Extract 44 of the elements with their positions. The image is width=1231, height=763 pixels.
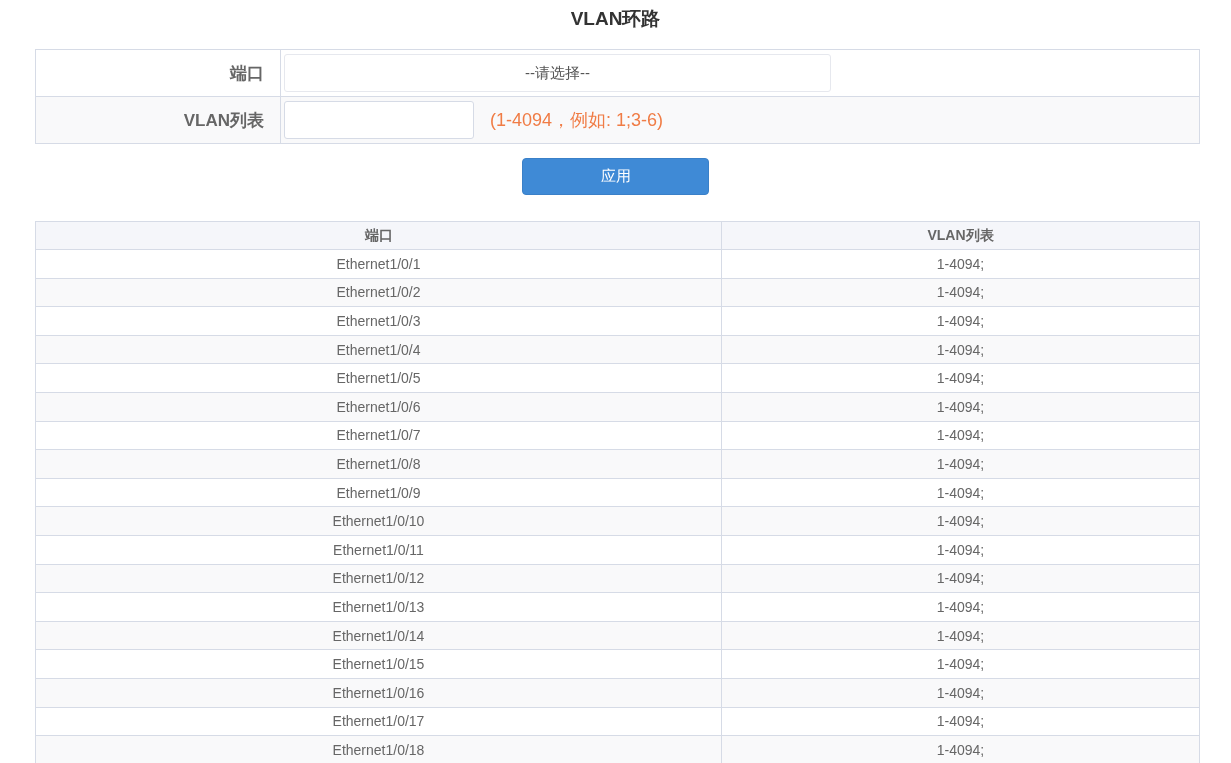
table-cell: Ethernet1/0/10 — [35, 506, 722, 536]
page-title: VLAN环路 — [569, 7, 662, 31]
table-cell: Ethernet1/0/5 — [35, 363, 722, 393]
column-header: VLAN列表 — [721, 221, 1200, 250]
table-cell: Ethernet1/0/3 — [35, 306, 722, 336]
table-cell: Ethernet1/0/18 — [35, 735, 722, 763]
table-cell: Ethernet1/0/9 — [35, 478, 722, 507]
table-cell: 1-4094; — [721, 278, 1200, 307]
table-cell: Ethernet1/0/6 — [35, 392, 722, 422]
table-cell: Ethernet1/0/4 — [35, 335, 722, 364]
table-cell: 1-4094; — [721, 735, 1200, 763]
table-cell: Ethernet1/0/16 — [35, 678, 722, 707]
table-cell: 1-4094; — [721, 678, 1200, 707]
table-cell: 1-4094; — [721, 535, 1200, 565]
table-cell: 1-4094; — [721, 392, 1200, 422]
table-cell: 1-4094; — [721, 478, 1200, 507]
table-cell: Ethernet1/0/11 — [35, 535, 722, 565]
table-cell: Ethernet1/0/15 — [35, 649, 722, 679]
table-cell: 1-4094; — [721, 707, 1200, 736]
table-cell: Ethernet1/0/2 — [35, 278, 722, 307]
table-cell: Ethernet1/0/1 — [35, 249, 722, 279]
vlan-list-label: VLAN列表 — [36, 97, 281, 143]
table-cell: Ethernet1/0/7 — [35, 421, 722, 450]
table-cell: 1-4094; — [721, 249, 1200, 279]
table-cell: 1-4094; — [721, 621, 1200, 650]
table-cell: 1-4094; — [721, 421, 1200, 450]
table-cell: 1-4094; — [721, 649, 1200, 679]
table-cell: Ethernet1/0/8 — [35, 449, 722, 479]
vlan-range-hint: (1-4094，例如: 1;3-6) — [490, 109, 664, 132]
table-cell: 1-4094; — [721, 449, 1200, 479]
table-cell: 1-4094; — [721, 363, 1200, 393]
table-cell: Ethernet1/0/17 — [35, 707, 722, 736]
port-select[interactable]: --请选择-- — [284, 54, 831, 92]
table-cell: 1-4094; — [721, 592, 1200, 622]
column-header: 端口 — [35, 221, 722, 250]
table-cell: 1-4094; — [721, 335, 1200, 364]
table-cell: Ethernet1/0/12 — [35, 564, 722, 593]
table-cell: Ethernet1/0/14 — [35, 621, 722, 650]
table-cell: 1-4094; — [721, 306, 1200, 336]
apply-button[interactable]: 应用 — [522, 158, 709, 195]
table-cell: 1-4094; — [721, 564, 1200, 593]
vlan-list-input[interactable] — [284, 101, 474, 139]
table-cell: 1-4094; — [721, 506, 1200, 536]
table-cell: Ethernet1/0/13 — [35, 592, 722, 622]
